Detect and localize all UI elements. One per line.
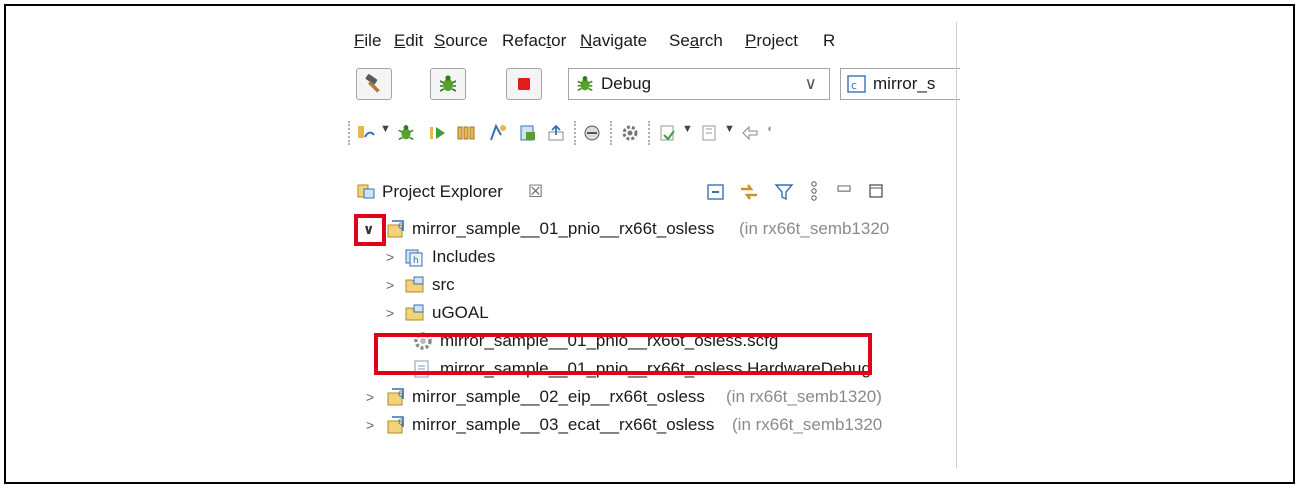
c-project-icon: C (387, 220, 404, 238)
project-explorer-icon (357, 184, 375, 199)
chevron-right-icon[interactable]: > (386, 278, 400, 292)
c-project-icon: C (387, 388, 404, 406)
export-icon[interactable] (546, 123, 566, 143)
svg-text:C: C (398, 390, 404, 400)
menu-source[interactable]: Source (434, 31, 488, 51)
debug-button[interactable] (430, 68, 466, 100)
bug-icon[interactable] (396, 123, 416, 143)
tree-item-ugoal[interactable]: > uGOAL (346, 300, 960, 326)
build-button[interactable] (356, 68, 392, 100)
chevron-right-icon[interactable]: > (366, 390, 380, 404)
close-icon[interactable]: ☒ (528, 182, 543, 202)
menu-bar: File Edit Source Refactor Navigate Searc… (346, 22, 960, 58)
tree-item-src[interactable]: > src (346, 272, 960, 298)
resume-icon[interactable] (428, 123, 448, 143)
menu-file[interactable]: File (354, 31, 381, 51)
highlight-expand-arrow (354, 214, 386, 246)
project-location: (in rx66t_semb1320 (739, 219, 890, 238)
minimize-icon[interactable]: ▭ (836, 178, 852, 198)
svg-text:c: c (851, 79, 857, 92)
c-project-icon: C (387, 416, 404, 434)
chevron-down-icon[interactable]: ▼ (724, 123, 735, 135)
mask-icon[interactable] (582, 123, 602, 143)
main-toolbar: ▼ ▼ ▼ ◖ (346, 117, 960, 151)
panel-right-edge (956, 22, 957, 468)
next-annotation-icon[interactable] (658, 123, 678, 143)
chevron-right-icon[interactable]: > (386, 250, 400, 264)
source-folder-icon (405, 304, 424, 321)
launch-toolbar: Debug ∨ c mirror_s (346, 64, 960, 108)
new-project-icon[interactable] (488, 123, 508, 143)
bug-icon (577, 76, 593, 92)
project-name: mirror_sample__03_ecat__rx66t_osless (412, 415, 715, 434)
back-icon[interactable] (740, 123, 760, 143)
tree-project-row[interactable]: ∨ C mirror_sample__01_pnio__rx66t_osless… (346, 216, 960, 242)
menu-edit[interactable]: Edit (394, 31, 423, 51)
project-name: mirror_sample__01_pnio__rx66t_osless (412, 219, 715, 238)
tree-project-row[interactable]: > C mirror_sample__02_eip__rx66t_osless … (346, 384, 960, 410)
svg-text:C: C (398, 222, 404, 232)
chevron-down-icon[interactable]: ▼ (682, 123, 693, 135)
menu-run[interactable]: R (823, 31, 835, 51)
menu-search[interactable]: Search (669, 31, 723, 51)
stop-icon (518, 78, 530, 90)
project-location: (in rx66t_semb1320) (726, 387, 882, 406)
project-explorer-header: Project Explorer ☒ ▭ (346, 174, 960, 208)
tree-item-label: src (432, 275, 455, 294)
menu-project[interactable]: Project (745, 31, 798, 51)
launch-config-value: mirror_s (873, 74, 936, 93)
tree-project-row[interactable]: > C mirror_sample__03_ecat__rx66t_osless… (346, 412, 960, 438)
filter-icon[interactable] (774, 182, 794, 202)
bug-icon (439, 75, 457, 92)
tree-item-includes[interactable]: > h Includes (346, 244, 960, 270)
panel-title: Project Explorer (382, 182, 503, 201)
prev-annotation-icon[interactable] (700, 123, 720, 143)
chevron-down-icon[interactable]: ▼ (380, 123, 391, 135)
view-menu-icon[interactable] (808, 180, 820, 202)
more-icon[interactable]: ◖ (766, 123, 773, 135)
highlight-scfg-file (374, 333, 872, 375)
ide-screenshot: File Edit Source Refactor Navigate Searc… (346, 22, 960, 468)
link-editor-icon[interactable] (738, 181, 760, 203)
chevron-down-icon: ∨ (804, 74, 817, 93)
columns-icon[interactable] (456, 123, 476, 143)
project-name: mirror_sample__02_eip__rx66t_osless (412, 387, 705, 406)
chevron-right-icon[interactable]: > (386, 306, 400, 320)
project-location: (in rx66t_semb1320 (732, 415, 883, 434)
collapse-all-icon[interactable] (706, 182, 726, 202)
includes-icon: h (405, 249, 423, 267)
chevron-right-icon[interactable]: > (366, 418, 380, 432)
stop-button[interactable] (506, 68, 542, 100)
debug-config-icon[interactable] (356, 123, 376, 143)
svg-text:h: h (413, 256, 419, 266)
svg-text:C: C (398, 418, 404, 428)
gear-icon[interactable] (620, 123, 640, 143)
menu-refactor[interactable]: Refactor (502, 31, 566, 51)
launch-config-select[interactable]: c mirror_s (840, 68, 960, 100)
tree-item-label: Includes (432, 247, 496, 266)
menu-navigate[interactable]: Navigate (580, 31, 647, 51)
source-folder-icon (405, 276, 424, 293)
new-file-icon[interactable] (518, 123, 538, 143)
hammer-icon (365, 74, 380, 93)
launch-mode-select[interactable]: Debug ∨ (568, 68, 830, 100)
launch-mode-value: Debug (601, 74, 652, 93)
tree-item-label: uGOAL (432, 303, 489, 322)
c-file-icon: c (847, 75, 866, 93)
maximize-icon[interactable] (868, 183, 884, 199)
